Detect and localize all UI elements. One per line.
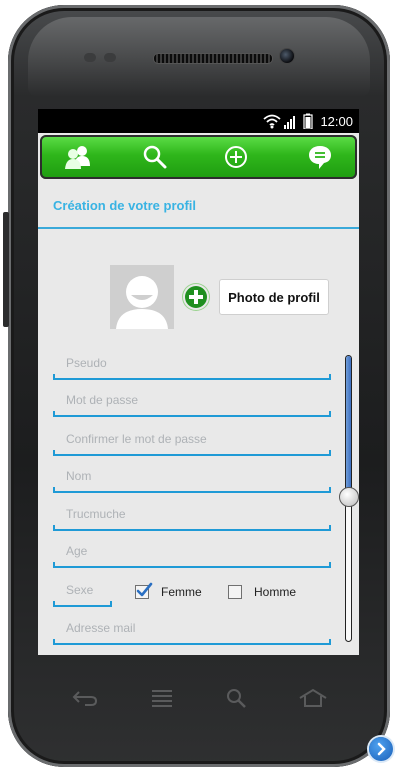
plus-icon[interactable] [185, 286, 207, 308]
trucmuche-field[interactable]: Trucmuche [53, 503, 331, 531]
earpiece-speaker [153, 53, 273, 64]
field-underline [53, 601, 112, 607]
back-icon[interactable] [68, 686, 102, 710]
password-field[interactable]: Mot de passe [53, 389, 331, 417]
volume-button [3, 212, 9, 327]
field-underline [53, 411, 331, 417]
search-key-icon[interactable] [220, 686, 254, 710]
field-underline [53, 487, 331, 493]
confirm-password-placeholder: Confirmer le mot de passe [66, 432, 207, 446]
light-sensor [104, 53, 116, 62]
page-title: Création de votre profil [53, 198, 197, 213]
proximity-sensor [84, 53, 96, 62]
field-underline [53, 525, 331, 531]
sex-field[interactable]: Sexe [53, 579, 112, 607]
email-placeholder: Adresse mail [66, 621, 136, 635]
age-placeholder: Age [66, 544, 88, 558]
status-icons [262, 113, 326, 130]
age-field[interactable]: Age [53, 540, 331, 568]
name-field[interactable]: Nom [53, 465, 331, 493]
action-bar [40, 135, 357, 179]
status-bar: 12:00 [38, 109, 359, 133]
scrollbar-fill [346, 356, 351, 496]
wifi-icon [263, 114, 281, 126]
field-underline [53, 450, 331, 456]
home-icon[interactable] [296, 686, 330, 710]
pseudo-field[interactable]: Pseudo [53, 352, 331, 380]
scrollbar-thumb[interactable] [339, 487, 359, 507]
signal-icon [284, 116, 295, 129]
chat-bubble-icon[interactable] [306, 143, 334, 171]
search-icon[interactable] [141, 143, 169, 171]
field-underline [53, 639, 331, 645]
male-label: Homme [254, 585, 297, 599]
name-placeholder: Nom [66, 469, 92, 483]
status-time: 12:00 [320, 114, 353, 129]
add-circle-icon[interactable] [222, 143, 250, 171]
male-checkbox[interactable] [228, 585, 242, 599]
confirm-password-field[interactable]: Confirmer le mot de passe [53, 428, 331, 456]
pseudo-placeholder: Pseudo [66, 356, 107, 370]
title-divider [38, 227, 359, 229]
trucmuche-placeholder: Trucmuche [66, 507, 126, 521]
field-underline [53, 374, 331, 380]
check-icon [136, 582, 153, 597]
menu-icon[interactable] [145, 686, 179, 710]
battery-icon [303, 113, 313, 130]
screen: 12:00 Création de votre profil Photo de … [38, 109, 359, 655]
female-checkbox[interactable] [135, 582, 153, 599]
front-camera [279, 48, 295, 64]
next-arrow-icon[interactable] [369, 737, 393, 761]
field-underline [53, 562, 331, 568]
email-field[interactable]: Adresse mail [53, 617, 331, 645]
password-placeholder: Mot de passe [66, 393, 139, 407]
female-label: Femme [161, 585, 202, 599]
avatar-icon [110, 265, 174, 329]
sex-placeholder: Sexe [66, 583, 94, 597]
profile-photo-button[interactable]: Photo de profil [219, 279, 329, 315]
people-icon[interactable] [64, 143, 92, 171]
